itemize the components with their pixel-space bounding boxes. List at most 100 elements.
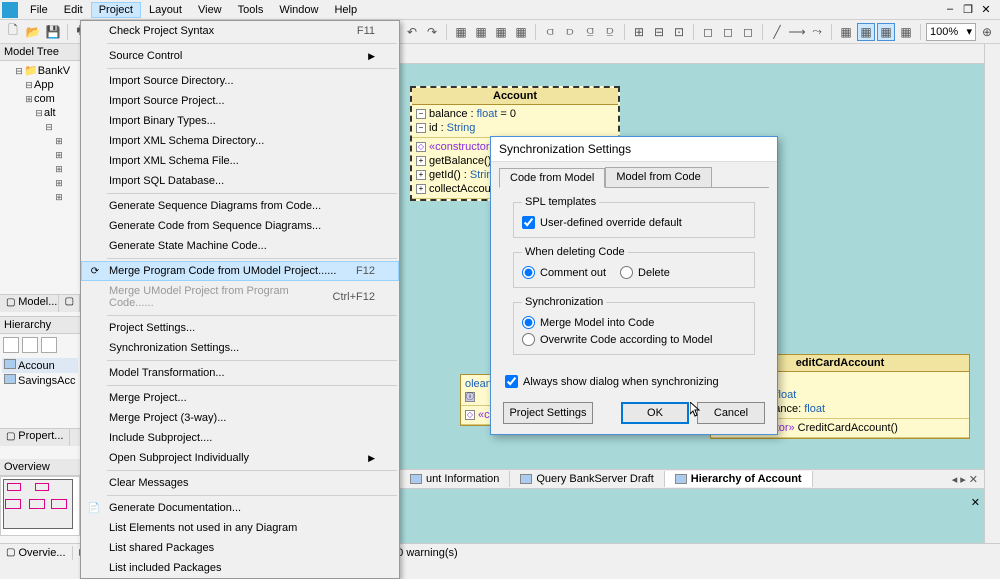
menu-project[interactable]: Project <box>91 2 141 18</box>
menu-edit[interactable]: Edit <box>56 2 91 18</box>
menu-item-import-sql-database[interactable]: Import SQL Database... <box>81 171 399 191</box>
minimize-icon[interactable]: – <box>942 3 958 16</box>
radio-delete[interactable]: Delete <box>620 264 670 281</box>
menu-shortcut: F12 <box>356 265 375 277</box>
cancel-button[interactable]: Cancel <box>697 402 765 424</box>
grid-icon[interactable]: ▦ <box>897 23 915 41</box>
radio-comment-out[interactable]: Comment out <box>522 264 606 281</box>
menu-item-import-xml-schema-directory[interactable]: Import XML Schema Directory... <box>81 131 399 151</box>
menu-help[interactable]: Help <box>326 2 365 18</box>
hierarchy-view-icon[interactable] <box>3 337 19 353</box>
tab-other[interactable]: ▢ <box>59 295 80 312</box>
redo-icon[interactable]: ↷ <box>423 23 441 41</box>
tab-model[interactable]: ▢ Model... <box>0 295 59 312</box>
shape-icon[interactable]: ◻ <box>739 23 757 41</box>
menu-item-project-settings[interactable]: Project Settings... <box>81 318 399 338</box>
tool-icon[interactable]: ▦ <box>492 23 510 41</box>
menu-item-merge-project-3-way[interactable]: Merge Project (3-way)... <box>81 408 399 428</box>
menu-item-synchronization-settings[interactable]: Synchronization Settings... <box>81 338 399 358</box>
tab-overview[interactable]: ▢ Overvie... <box>0 546 73 560</box>
overview-minimap[interactable] <box>0 476 80 536</box>
tool-icon[interactable]: ▦ <box>512 23 530 41</box>
fit-icon[interactable]: ⊕ <box>978 23 996 41</box>
tab-code-from-model[interactable]: Code from Model <box>499 168 605 188</box>
layout-icon[interactable]: ⊡ <box>670 23 688 41</box>
shape-icon[interactable]: ◻ <box>719 23 737 41</box>
layout-icon[interactable]: ⊟ <box>650 23 668 41</box>
hierarchy-view-icon[interactable] <box>41 337 57 353</box>
align-icon[interactable]: ⫐ <box>561 23 579 41</box>
align-icon[interactable]: ⫒ <box>601 23 619 41</box>
shape-icon[interactable]: ◻ <box>699 23 717 41</box>
menu-layout[interactable]: Layout <box>141 2 190 18</box>
line-icon[interactable]: ⟶ <box>788 23 806 41</box>
diagram-item[interactable]: Accoun <box>2 358 78 373</box>
open-icon[interactable]: 📂 <box>24 23 42 41</box>
radio-overwrite[interactable]: Overwrite Code according to Model <box>522 331 746 348</box>
menu-item-import-binary-types[interactable]: Import Binary Types... <box>81 111 399 131</box>
ok-button[interactable]: OK <box>621 402 689 424</box>
zoom-combo[interactable]: 100%▾ <box>926 23 976 41</box>
grid-icon[interactable]: ▦ <box>877 23 895 41</box>
layout-icon[interactable]: ⊞ <box>630 23 648 41</box>
tool-icon[interactable]: ▦ <box>452 23 470 41</box>
menu-item-model-transformation[interactable]: Model Transformation... <box>81 363 399 383</box>
menu-item-merge-program-code-from-umodel-project[interactable]: ⟳Merge Program Code from UModel Project.… <box>81 261 399 281</box>
menu-item-generate-state-machine-code[interactable]: Generate State Machine Code... <box>81 236 399 256</box>
project-settings-button[interactable]: Project Settings <box>503 402 593 424</box>
grid-icon[interactable]: ▦ <box>857 23 875 41</box>
restore-icon[interactable]: ❐ <box>960 3 976 16</box>
align-icon[interactable]: ⫏ <box>541 23 559 41</box>
tool-icon[interactable]: ▦ <box>472 23 490 41</box>
check-always-show[interactable]: Always show dialog when synchronizing <box>505 373 763 390</box>
menu-item-merge-project[interactable]: Merge Project... <box>81 388 399 408</box>
menu-item-check-project-syntax[interactable]: Check Project SyntaxF11 <box>81 21 399 41</box>
undo-icon[interactable]: ↶ <box>403 23 421 41</box>
radio-merge-model[interactable]: Merge Model into Code <box>522 314 746 331</box>
menu-tools[interactable]: Tools <box>230 2 272 18</box>
messages-close-icon[interactable]: ✕ <box>971 496 980 509</box>
menu-item-label: Generate State Machine Code... <box>109 240 267 252</box>
menu-file[interactable]: File <box>22 2 56 18</box>
tab-nav[interactable]: ◂▸✕ <box>952 473 984 486</box>
menu-item-generate-code-from-sequence-diagrams[interactable]: Generate Code from Sequence Diagrams... <box>81 216 399 236</box>
menu-view[interactable]: View <box>190 2 230 18</box>
tab-properties[interactable]: ▢ Propert... <box>0 429 70 446</box>
diagram-item[interactable]: SavingsAcc <box>2 373 78 388</box>
menu-item-include-subproject[interactable]: Include Subproject.... <box>81 428 399 448</box>
save-icon[interactable]: 💾 <box>44 23 62 41</box>
tab-query-bankserver[interactable]: Query BankServer Draft <box>510 471 664 487</box>
menu-item-open-subproject-individually[interactable]: Open Subproject Individually▶ <box>81 448 399 468</box>
menu-item-import-xml-schema-file[interactable]: Import XML Schema File... <box>81 151 399 171</box>
tab-model-from-code[interactable]: Model from Code <box>605 167 711 187</box>
sync-legend: Synchronization <box>522 296 606 308</box>
menu-item-list-shared-packages[interactable]: List shared Packages <box>81 538 399 558</box>
line-icon[interactable]: ⤳ <box>808 23 826 41</box>
menu-item-clear-messages[interactable]: Clear Messages <box>81 473 399 493</box>
menu-item-import-source-directory[interactable]: Import Source Directory... <box>81 71 399 91</box>
menu-item-label: Import Source Project... <box>109 95 225 107</box>
tab-hierarchy-account[interactable]: Hierarchy of Account <box>665 471 813 487</box>
tab-unt-info[interactable]: unt Information <box>400 471 510 487</box>
grid-icon[interactable]: ▦ <box>837 23 855 41</box>
menu-item-source-control[interactable]: Source Control▶ <box>81 46 399 66</box>
menu-item-list-included-packages[interactable]: List included Packages <box>81 558 399 578</box>
menu-item-label: Import XML Schema File... <box>109 155 239 167</box>
check-user-defined[interactable]: User-defined override default <box>522 214 746 231</box>
hierarchy-view-icon[interactable] <box>22 337 38 353</box>
hierarchy-panel: Hierarchy Accoun SavingsAcc ▢ Propert... <box>0 316 80 446</box>
line-icon[interactable]: ╱ <box>768 23 786 41</box>
menu-item-label: Project Settings... <box>109 322 195 334</box>
menu-item-import-source-project[interactable]: Import Source Project... <box>81 91 399 111</box>
menu-separator <box>107 193 397 194</box>
menu-item-list-elements-not-used-in-any-diagram[interactable]: List Elements not used in any Diagram <box>81 518 399 538</box>
menu-item-generate-documentation[interactable]: 📄Generate Documentation... <box>81 498 399 518</box>
menu-item-generate-sequence-diagrams-from-code[interactable]: Generate Sequence Diagrams from Code... <box>81 196 399 216</box>
menu-item-label: Merge UModel Project from Program Code..… <box>109 285 333 309</box>
menu-window[interactable]: Window <box>271 2 326 18</box>
vertical-scrollbar[interactable] <box>984 44 1000 543</box>
align-icon[interactable]: ⫑ <box>581 23 599 41</box>
model-tree[interactable]: ⊟📁BankV ⊟App ⊞com ⊟alt ⊟ ⊞ ⊞ ⊞ ⊞ ⊞ <box>0 61 80 206</box>
new-icon[interactable]: 🗋 <box>4 23 22 41</box>
close-icon[interactable]: ✕ <box>978 3 994 16</box>
